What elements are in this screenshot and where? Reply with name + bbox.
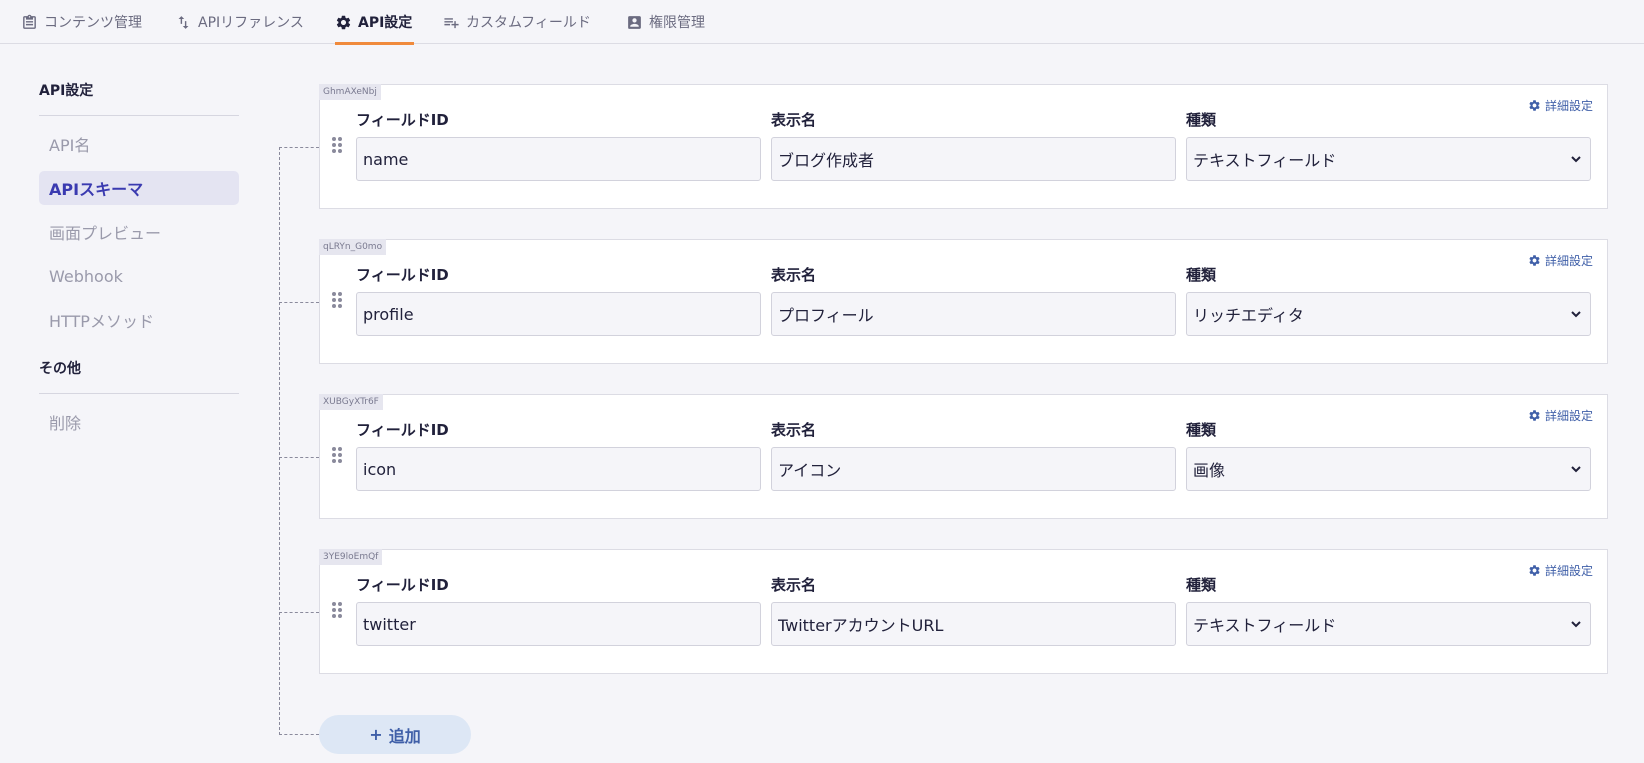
schema-tree-branch (279, 612, 319, 613)
sidebar-api-list: API名 APIスキーマ 画面プレビュー Webhook HTTPメソッド (39, 127, 239, 337)
field-id-label: フィールドID (356, 421, 449, 439)
field-uid: qLRYn_G0mo (319, 239, 387, 255)
sidebar-heading-other: その他 (39, 358, 239, 394)
schema-tree-branch (279, 457, 319, 458)
sidebar-item-screen-preview[interactable]: 画面プレビュー (39, 215, 239, 249)
schema-field-card: GhmAXeNbj 詳細設定 フィールドID 表示名 種類 テキストフィールド (319, 84, 1608, 209)
display-name-input[interactable] (771, 602, 1176, 646)
schema-field-card: qLRYn_G0mo 詳細設定 フィールドID 表示名 種類 リッチエディタ (319, 239, 1608, 364)
settings-sidebar: API設定 API名 APIスキーマ 画面プレビュー Webhook HTTPメ… (39, 80, 239, 449)
display-name-input[interactable] (771, 137, 1176, 181)
tab-content-management[interactable]: コンテンツ管理 (21, 0, 142, 44)
field-id-label: フィールドID (356, 111, 449, 129)
chevron-down-icon (1571, 466, 1581, 473)
field-uid: XUBGyXTr6F (319, 394, 383, 410)
schema-field-card: 3YE9loEmQf 詳細設定 フィールドID 表示名 種類 テキストフィールド (319, 549, 1608, 674)
type-label: 種類 (1186, 111, 1217, 129)
field-id-input[interactable] (356, 292, 761, 336)
field-id-input[interactable] (356, 447, 761, 491)
add-field-button[interactable]: + 追加 (319, 715, 471, 754)
field-id-input[interactable] (356, 137, 761, 181)
schema-tree-branch (279, 302, 319, 303)
field-id-column: フィールドID (356, 419, 761, 491)
field-id-label: フィールドID (356, 576, 449, 594)
display-name-column: 表示名 (771, 264, 1176, 336)
type-column: 種類 リッチエディタ (1186, 264, 1591, 336)
field-id-column: フィールドID (356, 264, 761, 336)
playlist-add-icon (444, 17, 459, 28)
sidebar-item-webhook[interactable]: Webhook (39, 259, 239, 293)
tab-custom-field[interactable]: カスタムフィールド (443, 0, 591, 44)
type-select[interactable]: テキストフィールド (1186, 137, 1591, 181)
chevron-down-icon (1571, 621, 1581, 628)
type-column: 種類 テキストフィールド (1186, 109, 1591, 181)
tab-label: コンテンツ管理 (44, 15, 142, 31)
display-name-column: 表示名 (771, 574, 1176, 646)
display-name-input[interactable] (771, 292, 1176, 336)
type-select[interactable]: テキストフィールド (1186, 602, 1591, 646)
display-name-label: 表示名 (771, 111, 817, 129)
sidebar-item-http-method[interactable]: HTTPメソッド (39, 303, 239, 337)
field-id-input[interactable] (356, 602, 761, 646)
drag-handle-icon[interactable] (332, 447, 344, 465)
type-select[interactable]: リッチエディタ (1186, 292, 1591, 336)
schema-field-card: XUBGyXTr6F 詳細設定 フィールドID 表示名 種類 画像 (319, 394, 1608, 519)
schema-tree-branch (279, 734, 319, 735)
sidebar-item-api-schema[interactable]: APIスキーマ (39, 171, 239, 205)
chevron-down-icon (1571, 156, 1581, 163)
type-label: 種類 (1186, 421, 1217, 439)
tab-label: APIリファレンス (198, 15, 304, 31)
chevron-down-icon (1571, 311, 1581, 318)
field-uid: GhmAXeNbj (319, 84, 381, 100)
type-column: 種類 テキストフィールド (1186, 574, 1591, 646)
drag-handle-icon[interactable] (332, 137, 344, 155)
tab-label: API設定 (358, 15, 413, 31)
type-select-value: 画像 (1193, 461, 1226, 480)
schema-tree-line (279, 147, 280, 735)
display-name-label: 表示名 (771, 576, 817, 594)
field-id-column: フィールドID (356, 109, 761, 181)
plus-icon: + (369, 725, 383, 744)
field-id-column: フィールドID (356, 574, 761, 646)
tab-api-reference[interactable]: APIリファレンス (175, 0, 304, 44)
tab-api-settings[interactable]: API設定 (335, 0, 415, 45)
drag-handle-icon[interactable] (332, 292, 344, 310)
sidebar-other-list: 削除 (39, 405, 239, 439)
gear-icon (336, 15, 351, 29)
tab-label: カスタムフィールド (466, 15, 591, 31)
type-select-value: テキストフィールド (1193, 616, 1337, 635)
sidebar-item-delete[interactable]: 削除 (39, 405, 239, 439)
schema-tree-branch (279, 147, 319, 148)
drag-handle-icon[interactable] (332, 602, 344, 620)
add-field-label: 追加 (388, 726, 421, 746)
sidebar-heading-api-settings: API設定 (39, 80, 239, 116)
type-select[interactable]: 画像 (1186, 447, 1591, 491)
display-name-column: 表示名 (771, 419, 1176, 491)
tab-label: 権限管理 (649, 15, 705, 31)
display-name-column: 表示名 (771, 109, 1176, 181)
type-label: 種類 (1186, 576, 1217, 594)
tab-permission-management[interactable]: 権限管理 (626, 0, 705, 44)
swap-vert-icon (178, 15, 189, 29)
display-name-label: 表示名 (771, 266, 817, 284)
type-select-value: リッチエディタ (1193, 306, 1304, 325)
top-tab-bar: コンテンツ管理 APIリファレンス API設定 カスタムフィールド 権限管理 (0, 0, 1644, 45)
clipboard-icon (23, 14, 36, 29)
sidebar-item-api-name[interactable]: API名 (39, 127, 239, 161)
field-id-label: フィールドID (356, 266, 449, 284)
type-column: 種類 画像 (1186, 419, 1591, 491)
account-box-icon (628, 15, 641, 29)
field-uid: 3YE9loEmQf (319, 549, 383, 565)
display-name-input[interactable] (771, 447, 1176, 491)
type-select-value: テキストフィールド (1193, 151, 1337, 170)
display-name-label: 表示名 (771, 421, 817, 439)
type-label: 種類 (1186, 266, 1217, 284)
